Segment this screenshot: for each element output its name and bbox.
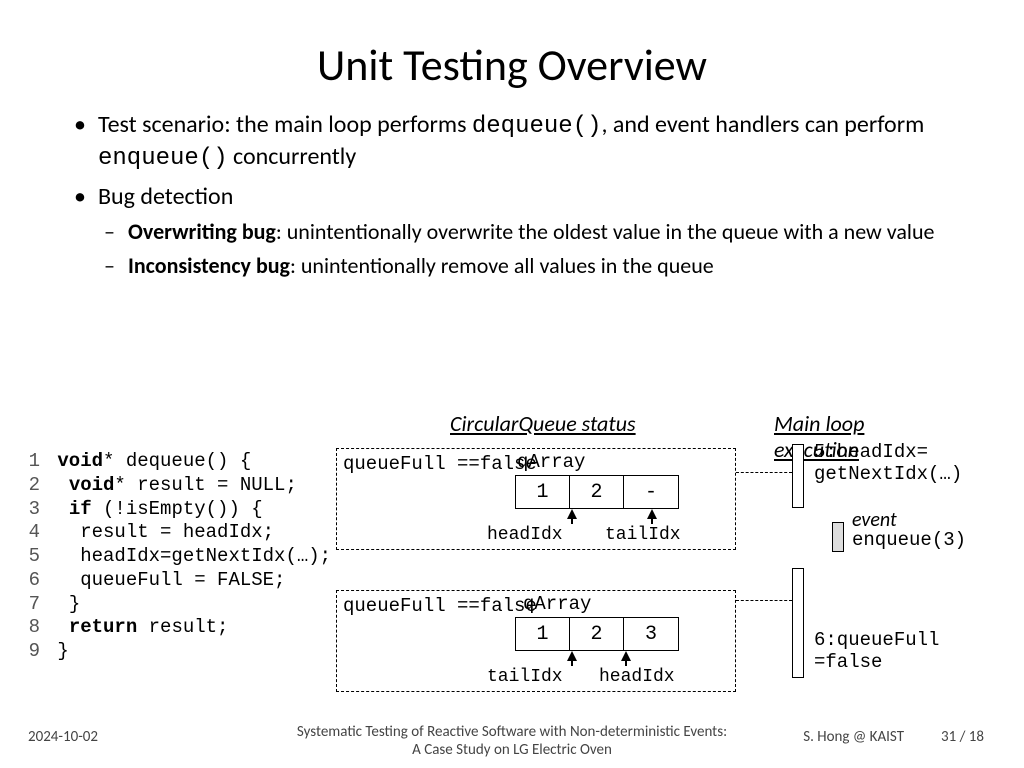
footer-page: 31 / 18 bbox=[941, 728, 984, 746]
scenario-mid: , and event handlers can perform bbox=[602, 110, 925, 139]
arrow-up-icon bbox=[647, 509, 657, 519]
code-text: result; bbox=[137, 616, 228, 638]
bugdetect-label: Bug detection bbox=[98, 182, 233, 211]
connector-dash-1 bbox=[736, 472, 792, 473]
queuefull-false-2: queueFull ==false bbox=[343, 595, 537, 617]
exec-step6: 6:queueFull =false bbox=[814, 630, 1004, 674]
arrow-up-icon bbox=[567, 509, 577, 519]
scenario-code-enqueue: enqueue() bbox=[98, 145, 228, 172]
cell: 2 bbox=[570, 476, 624, 508]
overwrite-body: : unintentionally overwrite the oldest v… bbox=[276, 218, 935, 245]
overwrite-head: Overwriting bug bbox=[128, 218, 276, 245]
code-text: queueFull = FALSE; bbox=[80, 569, 285, 591]
subbullet-overwrite: Overwriting bug: unintentionally overwri… bbox=[98, 218, 954, 246]
inconsist-head: Inconsistency bug bbox=[128, 252, 290, 279]
diagram-area: 1 void* dequeue() { 2 void* result = NUL… bbox=[0, 400, 1024, 720]
body-content: Test scenario: the main loop performs de… bbox=[0, 110, 1024, 279]
headidx-label-2: headIdx bbox=[599, 667, 675, 687]
cell: - bbox=[624, 476, 678, 508]
inconsist-body: : unintentionally remove all values in t… bbox=[290, 252, 714, 279]
exec-bar-mainloop-2 bbox=[792, 568, 804, 678]
queue-status-box-2: queueFull ==false qArray 1 2 3 tailIdx h… bbox=[336, 590, 736, 692]
queue-status-box-1: queueFull ==false qArray 1 2 - headIdx t… bbox=[336, 448, 736, 550]
code-text: result = headIdx; bbox=[80, 521, 274, 543]
footer-title-line1: Systematic Testing of Reactive Software … bbox=[297, 723, 727, 741]
qarray-label-1: qArray bbox=[517, 451, 585, 473]
queuefull-false-1: queueFull ==false bbox=[343, 453, 537, 475]
code-text: * result = NULL; bbox=[114, 474, 296, 496]
cell: 3 bbox=[624, 618, 678, 650]
code-text: * dequeue() { bbox=[103, 450, 251, 472]
code-text: (!isEmpty()) { bbox=[92, 498, 263, 520]
cell: 1 bbox=[516, 476, 570, 508]
bullet-scenario: Test scenario: the main loop performs de… bbox=[70, 110, 954, 174]
code-listing: 1 void* dequeue() { 2 void* result = NUL… bbox=[24, 450, 331, 664]
exec-bar-mainloop-1 bbox=[792, 444, 804, 508]
tailidx-label-2: tailIdx bbox=[487, 667, 563, 687]
qarray-label-2: qArray bbox=[523, 593, 591, 615]
scenario-code-dequeue: dequeue() bbox=[472, 113, 602, 140]
cell: 2 bbox=[570, 618, 624, 650]
arrow-up-icon bbox=[621, 651, 631, 661]
code-text: } bbox=[69, 593, 80, 615]
scenario-pre: Test scenario: the main loop performs bbox=[98, 110, 472, 139]
qarray-cells-1: 1 2 - bbox=[515, 475, 679, 509]
code-kw: return bbox=[69, 616, 137, 638]
exec-step5: 5:headIdx= getNextIdx(…) bbox=[814, 442, 1004, 486]
exec-enqueue3: enqueue(3) bbox=[852, 530, 966, 552]
label-main-loop: Main loop bbox=[774, 410, 864, 437]
code-kw: if bbox=[69, 498, 92, 520]
qarray-cells-2: 1 2 3 bbox=[515, 617, 679, 651]
code-text: } bbox=[57, 640, 68, 662]
code-kw: void bbox=[57, 450, 103, 472]
cell: 1 bbox=[516, 618, 570, 650]
footer-author: S. Hong @ KAIST bbox=[803, 728, 904, 746]
connector-dash-2 bbox=[736, 600, 792, 601]
tailidx-label-1: tailIdx bbox=[605, 525, 681, 545]
slide-title: Unit Testing Overview bbox=[0, 0, 1024, 110]
headidx-label-1: headIdx bbox=[487, 525, 563, 545]
label-circularqueue-status: CircularQueue status bbox=[450, 410, 636, 437]
arrow-up-icon bbox=[567, 651, 577, 661]
code-text: headIdx=getNextIdx(…); bbox=[80, 545, 331, 567]
code-kw: void bbox=[69, 474, 115, 496]
subbullet-inconsistency: Inconsistency bug: unintentionally remov… bbox=[98, 252, 954, 280]
bullet-bugdetect: Bug detection Overwriting bug: unintenti… bbox=[70, 182, 954, 279]
footer-title-line2: A Case Study on LG Electric Oven bbox=[412, 741, 612, 759]
exec-bar-event bbox=[832, 522, 844, 552]
scenario-post: concurrently bbox=[228, 142, 357, 171]
